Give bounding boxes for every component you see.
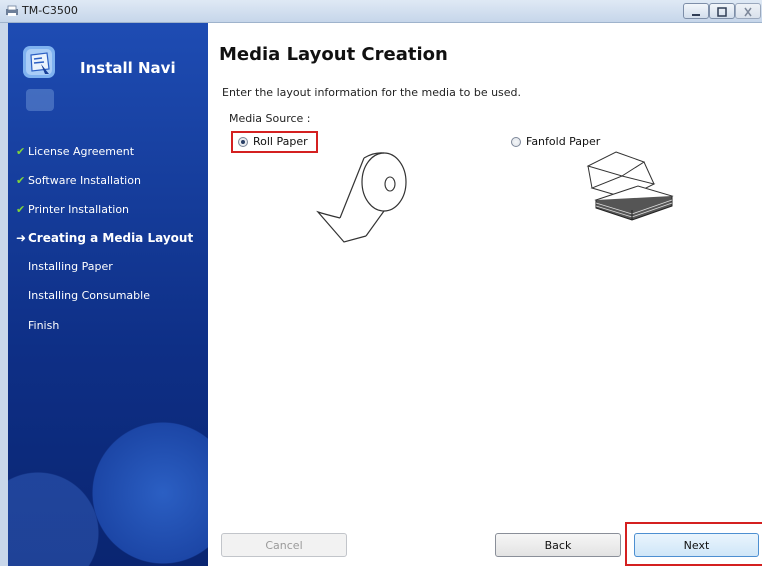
brand-title: Install Navi: [80, 59, 176, 77]
current-step-arrow-icon: ➜: [16, 231, 27, 245]
roll-paper-illustration: [316, 152, 407, 243]
printer-app-icon: [6, 5, 18, 16]
window-frame: [0, 23, 8, 566]
step-installing-paper: Installing Paper: [28, 260, 113, 273]
radio-selected-icon: [238, 136, 248, 147]
cancel-button[interactable]: Cancel: [221, 533, 347, 557]
maximize-button[interactable]: [709, 3, 735, 19]
minimize-icon: [692, 14, 700, 16]
install-navi-logo: [23, 46, 55, 78]
radio-unselected-icon: [511, 136, 521, 147]
title-bar: TM-C3500: [0, 0, 762, 23]
roll-paper-label: Roll Paper: [253, 135, 308, 148]
checkmark-icon: ✔: [16, 145, 26, 158]
fanfold-paper-label: Fanfold Paper: [526, 135, 601, 148]
page-description: Enter the layout information for the med…: [222, 86, 522, 99]
close-button[interactable]: [735, 3, 761, 19]
maximize-icon: [717, 7, 727, 17]
step-installing-consumable: Installing Consumable: [28, 289, 150, 302]
step-creating-media-layout: ➜ Creating a Media Layout: [16, 231, 194, 245]
fanfold-paper-radio[interactable]: Fanfold Paper: [511, 135, 600, 148]
back-button[interactable]: Back: [495, 533, 621, 557]
step-printer-installation: ✔ Printer Installation: [16, 203, 130, 216]
close-icon: [744, 7, 752, 17]
checkmark-icon: ✔: [16, 203, 26, 216]
step-license-agreement: ✔ License Agreement: [16, 145, 135, 158]
install-navi-logo-reflection: [26, 89, 54, 111]
step-software-installation: ✔ Software Installation: [16, 174, 141, 187]
next-button[interactable]: Next: [634, 533, 759, 557]
sidebar: Install Navi ✔ License Agreement ✔ Softwar…: [8, 23, 208, 566]
roll-paper-radio[interactable]: Roll Paper: [238, 135, 308, 148]
checkmark-icon: ✔: [16, 174, 26, 187]
window-title: TM-C3500: [22, 4, 78, 17]
media-source-label: Media Source :: [229, 112, 311, 125]
step-finish: Finish: [28, 319, 60, 332]
page-title: Media Layout Creation: [219, 44, 448, 65]
fanfold-paper-illustration: [586, 151, 674, 221]
minimize-button[interactable]: [683, 3, 709, 19]
